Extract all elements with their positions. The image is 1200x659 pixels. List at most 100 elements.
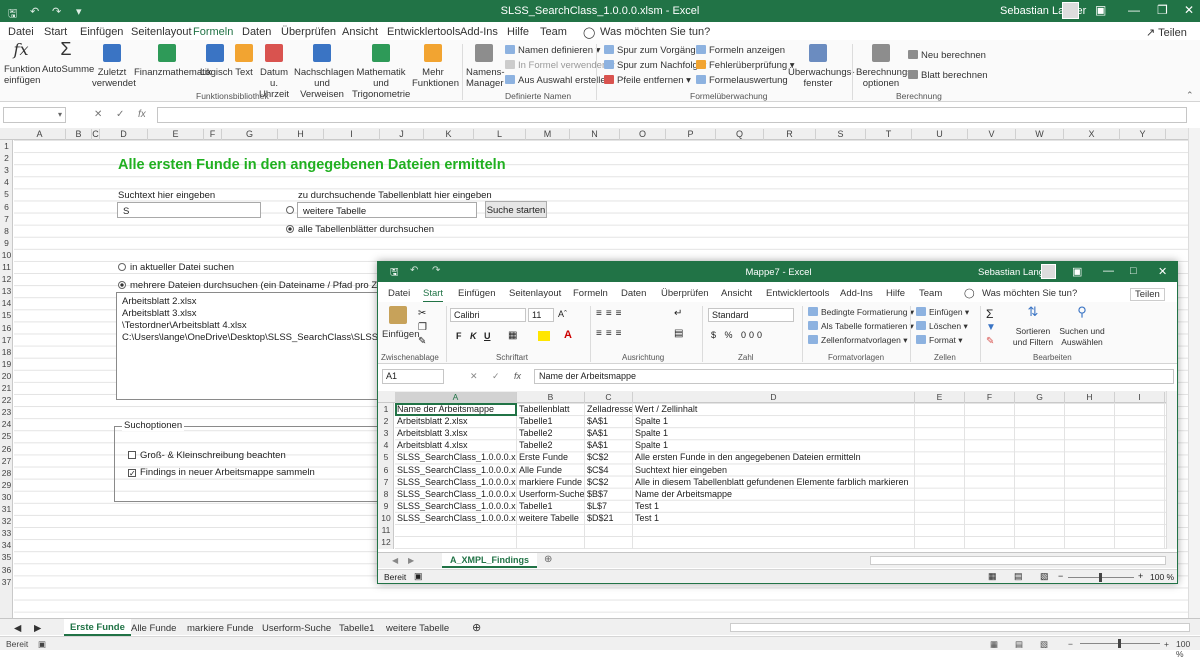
zuletzt-verwendet-button[interactable]: Zuletzt verwendet: [92, 44, 136, 89]
radio-alle-blaetter[interactable]: alle Tabellenblätter durchsuchen: [286, 224, 434, 235]
row-header[interactable]: 16: [0, 323, 13, 333]
row-header[interactable]: 28: [0, 468, 13, 478]
italic-button[interactable]: K: [470, 331, 477, 341]
row-header[interactable]: 21: [0, 383, 13, 393]
row-header[interactable]: 9: [378, 501, 394, 511]
sortieren-filtern-button[interactable]: ⇅ Sortieren und Filtern: [1008, 305, 1058, 348]
row-header[interactable]: 37: [0, 577, 13, 587]
berechnungsoptionen-button[interactable]: Berechnungs-optionen: [856, 44, 915, 89]
table-cell[interactable]: Suchtext hier eingeben: [635, 465, 935, 475]
close-icon[interactable]: ✕: [1158, 265, 1167, 278]
column-header[interactable]: Y: [1120, 129, 1166, 140]
name-box[interactable]: A1: [382, 369, 444, 384]
row-header[interactable]: 4: [378, 440, 394, 450]
ueberwachungsfenster-button[interactable]: Überwachungs-fenster: [788, 44, 855, 89]
table-cell[interactable]: SLSS_SearchClass_1.0.0.0.xlsm: [397, 513, 516, 523]
row-header[interactable]: 22: [0, 395, 13, 405]
finanzmathematik-button[interactable]: Finanzmathematik: [134, 44, 212, 78]
bedingte-formatierung-button[interactable]: Bedingte Formatierung ▾: [808, 307, 914, 318]
row-header[interactable]: 11: [0, 262, 13, 272]
files-textarea[interactable]: Arbeitsblatt 2.xlsx Arbeitsblatt 3.xlsx …: [116, 292, 380, 400]
row-header[interactable]: 36: [0, 565, 13, 575]
sheet-tab-findings[interactable]: A_XMPL_Findings: [442, 553, 538, 568]
tab-team[interactable]: Team: [540, 26, 567, 38]
chevron-down-icon[interactable]: ▾: [58, 110, 62, 119]
column-header[interactable]: U: [912, 129, 968, 140]
column-header[interactable]: A: [14, 129, 66, 140]
column-header[interactable]: J: [380, 129, 424, 140]
zellen-einfuegen-button[interactable]: Einfügen ▾: [916, 307, 969, 318]
radio-mehrere-dateien[interactable]: mehrere Dateien durchsuchen (ein Dateina…: [118, 280, 395, 291]
row-header[interactable]: 25: [0, 431, 13, 441]
autosumme-button[interactable]: Σ AutoSumme: [42, 40, 94, 75]
table-cell[interactable]: Arbeitsblatt 3.xlsx: [397, 428, 516, 438]
zoom-in-icon[interactable]: +: [1138, 571, 1143, 581]
page-layout-icon[interactable]: ▤: [1014, 571, 1023, 582]
row-header[interactable]: 34: [0, 540, 13, 550]
column-header[interactable]: F: [204, 129, 222, 140]
table-cell[interactable]: $C$2: [587, 477, 632, 487]
zellen-loeschen-button[interactable]: Löschen ▾: [916, 321, 968, 332]
tab-ansicht[interactable]: Ansicht: [342, 26, 378, 38]
horizontal-scrollbar[interactable]: [730, 623, 1190, 632]
row-header[interactable]: 32: [0, 516, 13, 526]
row-header[interactable]: 19: [0, 359, 13, 369]
row-header[interactable]: 12: [0, 274, 13, 284]
tab-formeln[interactable]: Formeln: [573, 288, 608, 299]
column-header[interactable]: K: [424, 129, 474, 140]
table-cell[interactable]: $B$7: [587, 489, 632, 499]
row-header[interactable]: 12: [378, 537, 394, 547]
wrap-text-icon[interactable]: ↵: [674, 308, 682, 319]
sheet-tab-alle-funde[interactable]: Alle Funde: [131, 623, 176, 634]
tab-ueberpruefen[interactable]: Überprüfen: [281, 26, 336, 38]
sheet-tab-erste-funde[interactable]: Erste Funde: [64, 619, 131, 636]
suche-starten-button[interactable]: Suche starten: [485, 201, 547, 218]
logisch-button[interactable]: Logisch: [200, 44, 233, 78]
spur-vorgaenger-button[interactable]: Spur zum Vorgänger: [604, 45, 704, 56]
enter-icon[interactable]: ✓: [116, 109, 124, 120]
row-header[interactable]: 7: [378, 477, 394, 487]
row-header[interactable]: 7: [0, 214, 13, 224]
borders-icon[interactable]: ▦: [508, 330, 517, 341]
underline-button[interactable]: U: [484, 331, 491, 341]
macro-record-icon[interactable]: ▣: [414, 571, 423, 582]
row-header[interactable]: 8: [0, 226, 13, 236]
tab-scroll-left-icon[interactable]: ◀: [14, 623, 21, 634]
blatt-berechnen-button[interactable]: Blatt berechnen: [908, 70, 988, 81]
tab-scroll-right-icon[interactable]: ▶: [408, 556, 414, 565]
row-header[interactable]: 30: [0, 492, 13, 502]
formelauswertung-button[interactable]: Formelauswertung: [696, 75, 788, 86]
row-header[interactable]: 10: [378, 513, 394, 523]
zoom-slider-thumb[interactable]: [1118, 639, 1121, 648]
macro-record-icon[interactable]: ▣: [38, 639, 46, 650]
tab-daten[interactable]: Daten: [242, 26, 271, 38]
grow-font-icon[interactable]: Aˆ: [558, 309, 567, 319]
column-header[interactable]: N: [570, 129, 620, 140]
table-cell[interactable]: $A$1: [587, 428, 632, 438]
suchen-auswaehlen-button[interactable]: ⚲ Suchen und Auswählen: [1058, 305, 1106, 348]
cancel-icon[interactable]: ✕: [94, 109, 102, 120]
namensmanager-button[interactable]: Namens-Manager: [466, 44, 505, 89]
zoom-out-icon[interactable]: −: [1068, 639, 1073, 649]
normal-view-icon[interactable]: ▦: [990, 639, 998, 650]
merge-icon[interactable]: ▤: [674, 328, 683, 339]
page-break-icon[interactable]: ▧: [1040, 571, 1049, 582]
column-header[interactable]: S: [816, 129, 866, 140]
row-header[interactable]: 11: [378, 525, 394, 535]
row-header[interactable]: 9: [0, 238, 13, 248]
table-cell[interactable]: Spalte 1: [635, 440, 935, 450]
tab-ueberpruefen[interactable]: Überprüfen: [661, 288, 709, 299]
tab-start[interactable]: Start: [423, 288, 444, 303]
cancel-icon[interactable]: ✕: [470, 371, 478, 382]
row-header[interactable]: 6: [378, 465, 394, 475]
column-header[interactable]: L: [474, 129, 526, 140]
number-format-icons[interactable]: $ % 000: [711, 330, 765, 340]
restore-icon[interactable]: ❐: [1157, 3, 1168, 17]
cut-icon[interactable]: ✂: [418, 308, 426, 319]
font-size-select[interactable]: 11: [528, 308, 554, 322]
als-tabelle-button[interactable]: Als Tabelle formatieren ▾: [808, 321, 914, 332]
page-break-icon[interactable]: ▧: [1040, 639, 1048, 650]
normal-view-icon[interactable]: ▦: [988, 571, 997, 582]
tab-addins[interactable]: Add-Ins: [460, 26, 498, 38]
row-header[interactable]: 2: [0, 153, 13, 163]
